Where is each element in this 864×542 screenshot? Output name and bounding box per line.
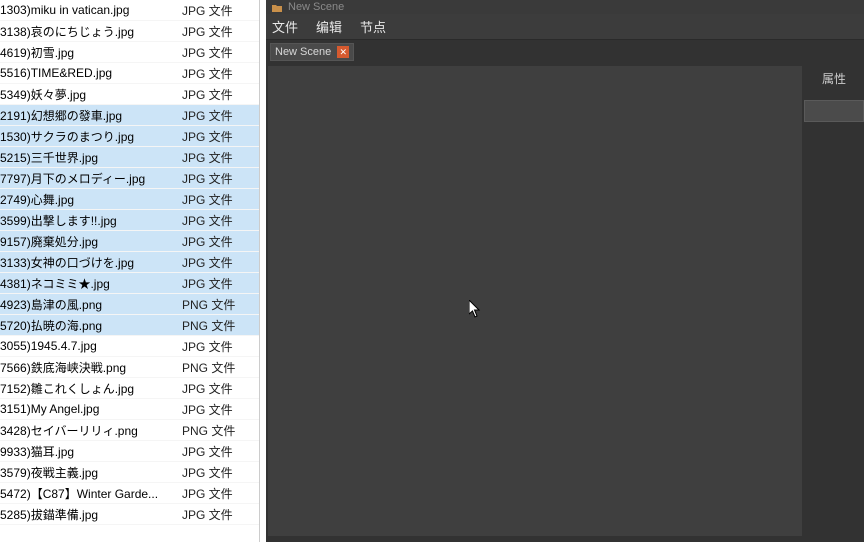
file-row[interactable]: 4381)ネコミミ★.jpgJPG 文件 [0,273,259,294]
file-type: JPG 文件 [178,464,259,481]
file-row[interactable]: 9157)廃棄処分.jpgJPG 文件 [0,231,259,252]
file-name: 3138)哀のにちじょう.jpg [0,23,178,40]
file-type: JPG 文件 [178,86,259,103]
file-type: PNG 文件 [178,317,259,334]
properties-pane: 属性 [804,64,864,542]
file-type: JPG 文件 [178,191,259,208]
file-name: 3151)My Angel.jpg [0,402,178,416]
file-name: 7797)月下のメロディー.jpg [0,170,178,187]
editor-panel: New Scene 文件 编辑 节点 New Scene ✕ 属性 [266,0,864,542]
file-row[interactable]: 5516)TIME&RED.jpgJPG 文件 [0,63,259,84]
file-row[interactable]: 5285)拔錨準備.jpgJPG 文件 [0,504,259,525]
file-row[interactable]: 1530)サクラのまつり.jpgJPG 文件 [0,126,259,147]
file-row[interactable]: 4923)島津の風.pngPNG 文件 [0,294,259,315]
file-name: 4381)ネコミミ★.jpg [0,275,178,292]
file-type: JPG 文件 [178,338,259,355]
file-type: PNG 文件 [178,296,259,313]
file-row[interactable]: 3428)セイバーリリィ.pngPNG 文件 [0,420,259,441]
file-name: 3579)夜戦主義.jpg [0,464,178,481]
file-name: 7566)鉄底海峡決戦.png [0,359,178,376]
file-type: JPG 文件 [178,233,259,250]
file-rows-container: 1303)miku in vatican.jpgJPG 文件3138)哀のにちじ… [0,0,259,525]
file-type: JPG 文件 [178,170,259,187]
menu-node[interactable]: 节点 [360,17,386,36]
file-type: JPG 文件 [178,380,259,397]
file-row[interactable]: 2191)幻想郷の發車.jpgJPG 文件 [0,105,259,126]
file-type: JPG 文件 [178,275,259,292]
folder-icon [272,3,282,11]
canvas-area[interactable] [268,66,802,536]
file-name: 3599)出撃します!!.jpg [0,212,178,229]
file-type: PNG 文件 [178,359,259,376]
file-name: 5720)払暁の海.png [0,317,178,334]
file-row[interactable]: 2749)心舞.jpgJPG 文件 [0,189,259,210]
file-list-panel: 1303)miku in vatican.jpgJPG 文件3138)哀のにちじ… [0,0,260,542]
file-type: JPG 文件 [178,107,259,124]
file-row[interactable]: 3138)哀のにちじょう.jpgJPG 文件 [0,21,259,42]
file-type: JPG 文件 [178,443,259,460]
file-name: 5285)拔錨準備.jpg [0,506,178,523]
file-row[interactable]: 4619)初雪.jpgJPG 文件 [0,42,259,63]
file-type: JPG 文件 [178,485,259,502]
file-row[interactable]: 3599)出撃します!!.jpgJPG 文件 [0,210,259,231]
properties-body[interactable] [804,100,864,122]
file-name: 7152)雛これくしょん.jpg [0,380,178,397]
close-icon[interactable]: ✕ [337,46,349,58]
title-text: New Scene [288,1,344,13]
file-row[interactable]: 7797)月下のメロディー.jpgJPG 文件 [0,168,259,189]
file-row[interactable]: 5349)妖々夢.jpgJPG 文件 [0,84,259,105]
file-name: 1303)miku in vatican.jpg [0,3,178,17]
file-row[interactable]: 3055)1945.4.7.jpgJPG 文件 [0,336,259,357]
menu-file[interactable]: 文件 [272,17,298,36]
file-name: 5472)【C87】Winter Garde... [0,485,178,502]
file-type: PNG 文件 [178,422,259,439]
properties-label: 属性 [804,64,864,84]
file-name: 1530)サクラのまつり.jpg [0,128,178,145]
file-name: 3133)女神の口づけを.jpg [0,254,178,271]
title-bar: New Scene [266,0,864,14]
file-name: 5349)妖々夢.jpg [0,86,178,103]
file-row[interactable]: 5720)払暁の海.pngPNG 文件 [0,315,259,336]
menu-bar: 文件 编辑 节点 [266,14,864,40]
file-name: 9157)廃棄処分.jpg [0,233,178,250]
file-row[interactable]: 7152)雛これくしょん.jpgJPG 文件 [0,378,259,399]
file-type: JPG 文件 [178,128,259,145]
file-type: JPG 文件 [178,401,259,418]
menu-edit[interactable]: 编辑 [316,17,342,36]
file-row[interactable]: 5215)三千世界.jpgJPG 文件 [0,147,259,168]
file-row[interactable]: 3151)My Angel.jpgJPG 文件 [0,399,259,420]
file-type: JPG 文件 [178,149,259,166]
file-row[interactable]: 5472)【C87】Winter Garde...JPG 文件 [0,483,259,504]
file-name: 2191)幻想郷の發車.jpg [0,107,178,124]
tab-new-scene[interactable]: New Scene ✕ [270,43,354,61]
file-name: 3428)セイバーリリィ.png [0,422,178,439]
file-type: JPG 文件 [178,212,259,229]
file-type: JPG 文件 [178,65,259,82]
work-area: 属性 [266,64,864,542]
file-row[interactable]: 3579)夜戦主義.jpgJPG 文件 [0,462,259,483]
file-name: 4923)島津の風.png [0,296,178,313]
file-type: JPG 文件 [178,2,259,19]
file-type: JPG 文件 [178,44,259,61]
file-row[interactable]: 3133)女神の口づけを.jpgJPG 文件 [0,252,259,273]
file-type: JPG 文件 [178,23,259,40]
file-name: 2749)心舞.jpg [0,191,178,208]
file-type: JPG 文件 [178,254,259,271]
file-name: 5215)三千世界.jpg [0,149,178,166]
file-type: JPG 文件 [178,506,259,523]
tab-label: New Scene [275,46,331,58]
file-name: 4619)初雪.jpg [0,44,178,61]
file-name: 9933)猫耳.jpg [0,443,178,460]
file-name: 5516)TIME&RED.jpg [0,66,178,80]
file-row[interactable]: 9933)猫耳.jpgJPG 文件 [0,441,259,462]
file-row[interactable]: 1303)miku in vatican.jpgJPG 文件 [0,0,259,21]
file-name: 3055)1945.4.7.jpg [0,339,178,353]
tab-bar: New Scene ✕ [266,40,864,64]
file-row[interactable]: 7566)鉄底海峡決戦.pngPNG 文件 [0,357,259,378]
